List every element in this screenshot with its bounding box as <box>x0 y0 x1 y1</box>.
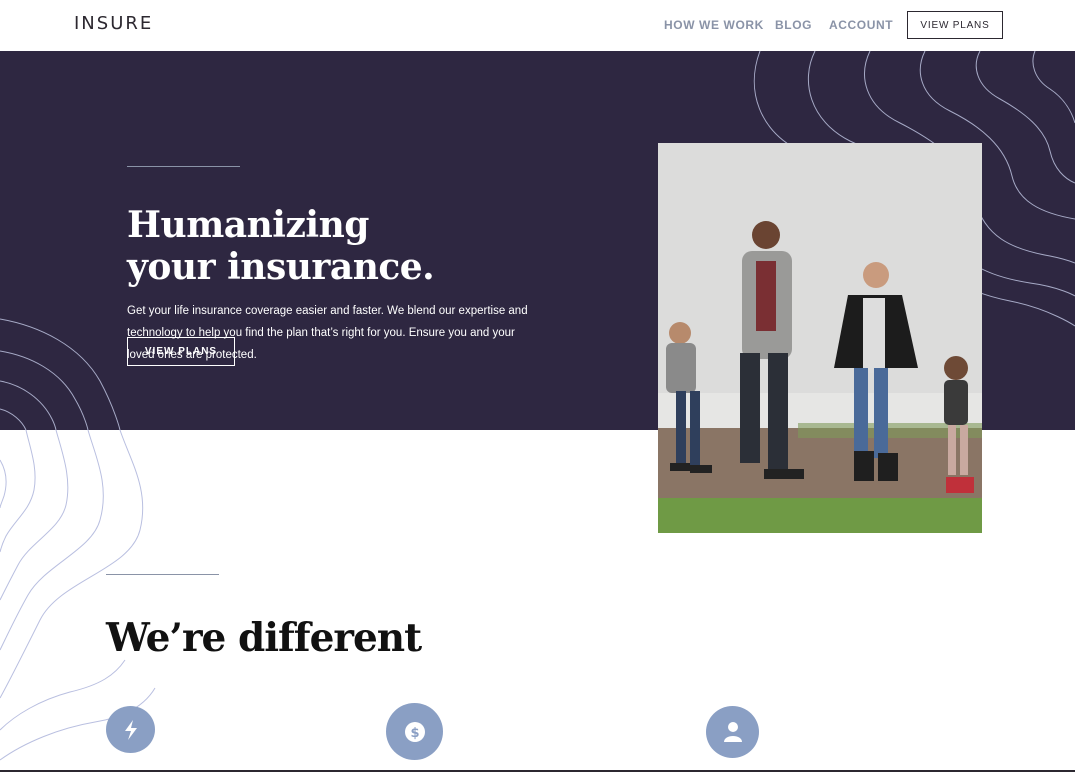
hero-view-plans-button[interactable]: VIEW PLANS <box>127 337 235 366</box>
nav-account[interactable]: ACCOUNT <box>829 18 893 32</box>
person-icon <box>706 706 759 758</box>
hero-family-photo <box>658 143 982 533</box>
different-title: We’re different <box>106 615 422 661</box>
hero-title: Humanizing your insurance. <box>127 204 547 288</box>
family-photo-illustration <box>658 143 982 533</box>
different-divider <box>106 574 219 575</box>
hero-title-line1: Humanizing <box>127 204 369 246</box>
dollar-icon: $ <box>386 703 443 760</box>
hero-divider <box>127 166 240 167</box>
insure-logo[interactable]: INSURE <box>74 13 153 34</box>
lightning-icon <box>106 706 155 753</box>
site-header: INSURE HOW WE WORK BLOG ACCOUNT VIEW PLA… <box>0 0 1075 51</box>
nav-blog[interactable]: BLOG <box>775 18 812 32</box>
header-view-plans-button[interactable]: VIEW PLANS <box>907 11 1003 39</box>
hero-title-line2: your insurance. <box>127 246 435 288</box>
nav-how-we-work[interactable]: HOW WE WORK <box>664 18 764 32</box>
svg-text:$: $ <box>410 726 419 741</box>
